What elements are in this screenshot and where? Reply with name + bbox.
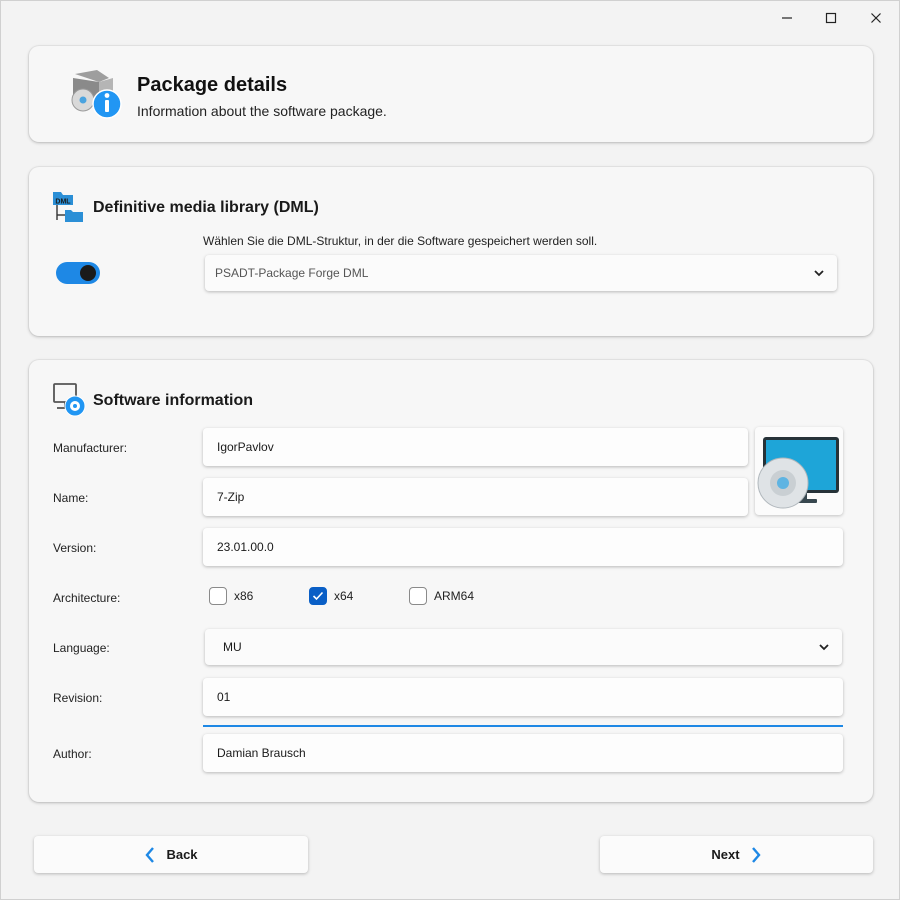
dml-select[interactable]: PSADT-Package Forge DML xyxy=(205,255,837,291)
name-value: 7-Zip xyxy=(217,490,245,504)
chevron-down-icon xyxy=(819,644,829,651)
checkbox-box xyxy=(409,587,427,605)
author-label: Author: xyxy=(53,747,92,761)
language-label: Language: xyxy=(53,641,110,655)
software-info-card: Software information Manufacturer: IgorP… xyxy=(29,360,873,802)
checkbox-box xyxy=(309,587,327,605)
back-label: Back xyxy=(166,847,198,862)
dml-section-title: Definitive media library (DML) xyxy=(93,199,319,216)
name-field[interactable]: 7-Zip xyxy=(203,478,748,516)
software-section-title: Software information xyxy=(93,392,254,409)
checkmark-icon xyxy=(312,591,324,601)
arch-x64-label: x64 xyxy=(334,589,354,603)
arch-arm64-label: ARM64 xyxy=(434,589,475,603)
language-select[interactable]: MU xyxy=(205,629,842,665)
revision-field[interactable]: 01 xyxy=(203,678,843,716)
close-button[interactable] xyxy=(854,3,898,33)
back-button[interactable]: Back xyxy=(34,836,308,873)
minimize-icon xyxy=(782,17,792,19)
dml-icon-label: DML xyxy=(55,199,71,206)
arch-arm64-checkbox[interactable]: ARM64 xyxy=(409,587,474,605)
next-label: Next xyxy=(711,847,740,862)
dml-card: DML Definitive media library (DML) Wähle… xyxy=(29,167,873,336)
dml-toggle[interactable] xyxy=(56,262,100,284)
manufacturer-label: Manufacturer: xyxy=(53,441,128,455)
minimize-button[interactable] xyxy=(765,3,809,33)
chevron-left-icon xyxy=(145,846,155,863)
arch-x86-label: x86 xyxy=(234,589,254,603)
language-value: MU xyxy=(223,640,242,654)
version-value: 23.01.00.0 xyxy=(217,540,274,554)
manufacturer-field[interactable]: IgorPavlov xyxy=(203,428,748,466)
next-button[interactable]: Next xyxy=(600,836,873,873)
architecture-label: Architecture: xyxy=(53,591,121,605)
checkbox-box xyxy=(209,587,227,605)
manufacturer-value: IgorPavlov xyxy=(217,440,274,454)
revision-label: Revision: xyxy=(53,691,103,705)
maximize-button[interactable] xyxy=(809,3,853,33)
software-disc-icon xyxy=(53,383,86,417)
dml-folder-icon: DML xyxy=(53,192,83,222)
app-window: Package details Information about the so… xyxy=(0,0,900,900)
author-field[interactable]: Damian Brausch xyxy=(203,734,843,772)
dml-hint: Wählen Sie die DML-Struktur, in der die … xyxy=(203,234,598,248)
package-details-card: Package details Information about the so… xyxy=(29,46,873,142)
page-subtitle: Information about the software package. xyxy=(137,103,387,119)
revision-value: 01 xyxy=(217,690,231,704)
chevron-down-icon xyxy=(814,270,824,277)
toggle-knob xyxy=(80,265,96,281)
maximize-icon xyxy=(825,12,837,24)
version-label: Version: xyxy=(53,541,97,555)
app-image-button[interactable] xyxy=(755,427,843,515)
chevron-right-icon xyxy=(751,846,761,863)
monitor-cd-icon xyxy=(757,437,839,509)
close-icon xyxy=(871,13,881,23)
package-info-icon xyxy=(71,70,122,119)
name-label: Name: xyxy=(53,491,89,505)
arch-x86-checkbox[interactable]: x86 xyxy=(209,587,253,605)
author-value: Damian Brausch xyxy=(217,746,306,760)
dml-selected-value: PSADT-Package Forge DML xyxy=(215,266,369,280)
version-field[interactable]: 23.01.00.0 xyxy=(203,528,843,566)
arch-x64-checkbox[interactable]: x64 xyxy=(309,587,353,605)
page-title: Package details xyxy=(137,74,288,96)
focus-underline xyxy=(203,725,843,727)
